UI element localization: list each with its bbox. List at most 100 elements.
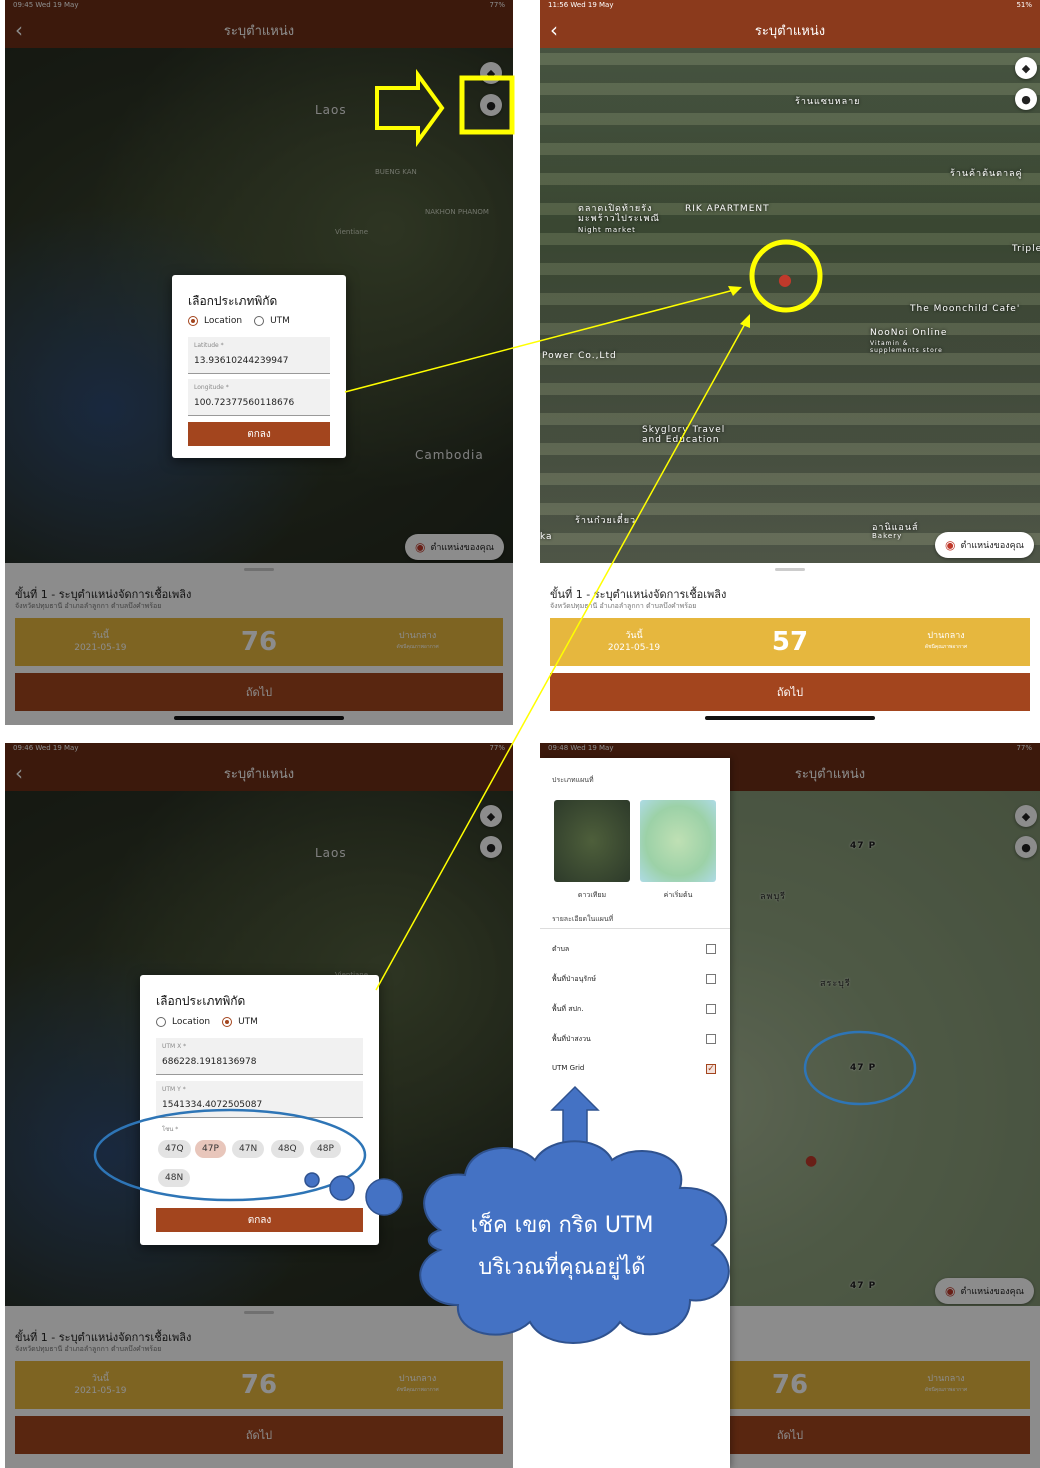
- sheet-dimmer: [5, 563, 513, 725]
- coordinate-type-dialog: เลือกประเภทพิกัด Location UTM Latitude *…: [172, 275, 346, 458]
- coordinate-type-dialog: เลือกประเภทพิกัด Location UTM UTM X * 68…: [140, 975, 379, 1245]
- map-type-heading: ประเภทแผนที่: [552, 776, 594, 784]
- battery-level: 51%: [1016, 1, 1032, 9]
- layer-toggle-conservation[interactable]: พื้นที่ป่าอนุรักษ์: [552, 974, 716, 988]
- screen-aerial-pin: ร้านแซบหลาย ร้านค้าต้นตาลคู่ RIK APARTME…: [540, 0, 1040, 725]
- level-block: ปานกลาง ดัชนีคุณภาพอากาศ: [862, 631, 1030, 653]
- utm-y-field[interactable]: UTM Y * 1541334.4072505087: [156, 1081, 363, 1118]
- place-label: ka: [540, 532, 553, 542]
- utm-x-label: UTM X *: [162, 1043, 187, 1050]
- locate-me-button[interactable]: ◉ ตำแหน่งของคุณ: [935, 532, 1034, 558]
- screen-location-picker: Laos Cambodia BUENG KAN Vientiane NAKHON…: [5, 0, 513, 725]
- longitude-label: Longitude *: [194, 384, 229, 391]
- ok-button[interactable]: ตกลง: [188, 422, 330, 446]
- zone-chip[interactable]: 48N: [158, 1169, 191, 1187]
- next-button[interactable]: ถัดไป: [550, 673, 1030, 711]
- bottom-sheet: ขั้นที่ 1 - ระบุตำแหน่งจัดการเชื้อเพลิง …: [5, 563, 513, 725]
- latitude-label: Latitude *: [194, 342, 224, 349]
- step-address: จังหวัดปทุมธานี อำเภอลำลูกกา ตำบลบึงคำพร…: [550, 602, 697, 610]
- map-type-satellite[interactable]: [554, 800, 630, 882]
- checkbox[interactable]: [706, 1034, 716, 1044]
- map-type-default-label: ค่าเริ่มต้น: [663, 891, 693, 899]
- screen-map-layers: 47 P 47 P 47 P สระบุรี ลพบุรี ● 09:48 We…: [540, 743, 1040, 1468]
- divider: [540, 928, 730, 929]
- radio-utm-label: UTM: [270, 316, 290, 326]
- map-pin-icon[interactable]: ●: [778, 270, 792, 289]
- bottom-sheet: ขั้นที่ 1 - ระบุตำแหน่งจัดการเชื้อเพลิง …: [540, 563, 1040, 725]
- chevron-left-icon[interactable]: ‹: [550, 18, 558, 42]
- status-time: 11:56 Wed 19 May: [548, 1, 614, 9]
- layer-label: พื้นที่ สปก.: [552, 1005, 584, 1013]
- zone-chip[interactable]: 48P: [310, 1140, 341, 1158]
- layers-icon[interactable]: ◆: [1015, 57, 1037, 79]
- place-label: Vitamin & supplements store: [870, 340, 943, 354]
- app-header: ‹ ระบุตำแหน่ง: [540, 12, 1040, 48]
- place-label: Triple: [1012, 244, 1040, 254]
- callout-text: เช็ค เขต กริด UTM บริเวณที่คุณอยู่ได้: [432, 1205, 692, 1289]
- radio-location-label: Location: [204, 316, 243, 326]
- utm-y-label: UTM Y *: [162, 1086, 186, 1093]
- place-label: Night market: [578, 226, 636, 234]
- callout-line-1: เช็ค เขต กริด UTM: [470, 1213, 654, 1238]
- utm-x-value: 686228.1918136978: [162, 1057, 257, 1067]
- sheet-handle[interactable]: [775, 568, 805, 571]
- latitude-value: 13.93610244239947: [194, 356, 289, 366]
- checkbox[interactable]: [706, 944, 716, 954]
- callout-line-2: บริเวณที่คุณอยู่ได้: [478, 1255, 646, 1280]
- map-details-heading: รายละเอียดในแผนที่: [552, 915, 614, 923]
- radio-utm[interactable]: [222, 1017, 233, 1027]
- longitude-field[interactable]: Longitude * 100.72377560118676: [188, 379, 330, 416]
- radio-location[interactable]: [156, 1017, 166, 1027]
- zone-label: โซน *: [162, 1126, 179, 1133]
- zone-chip[interactable]: 48Q: [271, 1140, 304, 1158]
- map-type-default[interactable]: [640, 800, 716, 882]
- map-options-drawer: ประเภทแผนที่ ดาวเทียม ค่าเริ่มต้น รายละเ…: [540, 758, 730, 1468]
- aqi-value: 57: [771, 627, 809, 657]
- layer-label: UTM Grid: [552, 1064, 585, 1072]
- screen-utm-input: Laos Vientiane 09:46 Wed 19 May 77% ‹ ระ…: [5, 743, 513, 1468]
- layer-toggle-reserve[interactable]: พื้นที่ป่าสงวน: [552, 1034, 716, 1048]
- place-label: ร้านก๋วยเตี๋ยว: [575, 516, 637, 526]
- level-sub: ดัชนีคุณภาพอากาศ: [924, 644, 968, 650]
- longitude-value: 100.72377560118676: [194, 398, 295, 408]
- checkbox-checked[interactable]: ✓: [706, 1064, 716, 1074]
- radio-location-label: Location: [172, 1017, 211, 1027]
- checkbox[interactable]: [706, 974, 716, 984]
- dialog-title: เลือกประเภทพิกัด: [156, 994, 246, 1008]
- layer-label: พื้นที่ป่าสงวน: [552, 1035, 591, 1043]
- layer-toggle-utm-grid[interactable]: UTM Grid ✓: [552, 1064, 716, 1078]
- radio-utm-label: UTM: [238, 1017, 258, 1027]
- latitude-field[interactable]: Latitude * 13.93610244239947: [188, 337, 330, 374]
- place-label: Bakery: [872, 532, 903, 540]
- layer-label: ตำบล: [552, 945, 570, 953]
- aerial-map[interactable]: ร้านแซบหลาย ร้านค้าต้นตาลคู่ RIK APARTME…: [540, 48, 1040, 563]
- coordinate-type-radios: Location UTM: [156, 1017, 258, 1027]
- bottom-sheet: ขั้นที่ 1 - ระบุตำแหน่งจัดการเชื้อเพลิง …: [5, 1306, 513, 1468]
- coordinate-type-radios: Location UTM: [188, 316, 290, 326]
- map-type-satellite-label: ดาวเทียม: [577, 891, 607, 899]
- zone-chip-selected[interactable]: 47P: [195, 1140, 226, 1158]
- date-label: วันนี้: [625, 631, 643, 641]
- place-label: ร้านค้าต้นตาลคู่: [950, 169, 1023, 179]
- place-label: ตลาดเปิดท้ายรัง มะพร้าวไประเพณี: [578, 204, 660, 224]
- layer-toggle-subdistrict[interactable]: ตำบล: [552, 944, 716, 958]
- checkbox[interactable]: [706, 1004, 716, 1014]
- ok-button[interactable]: ตกลง: [156, 1208, 363, 1232]
- utm-x-field[interactable]: UTM X * 686228.1918136978: [156, 1038, 363, 1075]
- zone-chip[interactable]: 47Q: [158, 1140, 191, 1158]
- zone-chip[interactable]: 47N: [232, 1140, 265, 1158]
- crosshair-icon: ◉: [945, 538, 956, 552]
- utm-y-value: 1541334.4072505087: [162, 1100, 263, 1110]
- layer-toggle-alro[interactable]: พื้นที่ สปก.: [552, 1004, 716, 1018]
- map-pin-icon[interactable]: ●: [1015, 88, 1037, 110]
- radio-location[interactable]: [188, 316, 198, 326]
- date-block: วันนี้ 2021-05-19: [550, 630, 718, 654]
- place-label: The Moonchild Cafe': [910, 304, 1021, 314]
- locate-me-label: ตำแหน่งของคุณ: [960, 541, 1024, 551]
- place-label: RIK APARTMENT: [685, 204, 770, 214]
- page-title: ระบุตำแหน่ง: [754, 23, 826, 39]
- place-label: Power Co.,Ltd: [542, 351, 617, 361]
- place-label: ร้านแซบหลาย: [795, 97, 861, 107]
- radio-utm[interactable]: [254, 316, 265, 326]
- dialog-title: เลือกประเภทพิกัด: [188, 294, 278, 308]
